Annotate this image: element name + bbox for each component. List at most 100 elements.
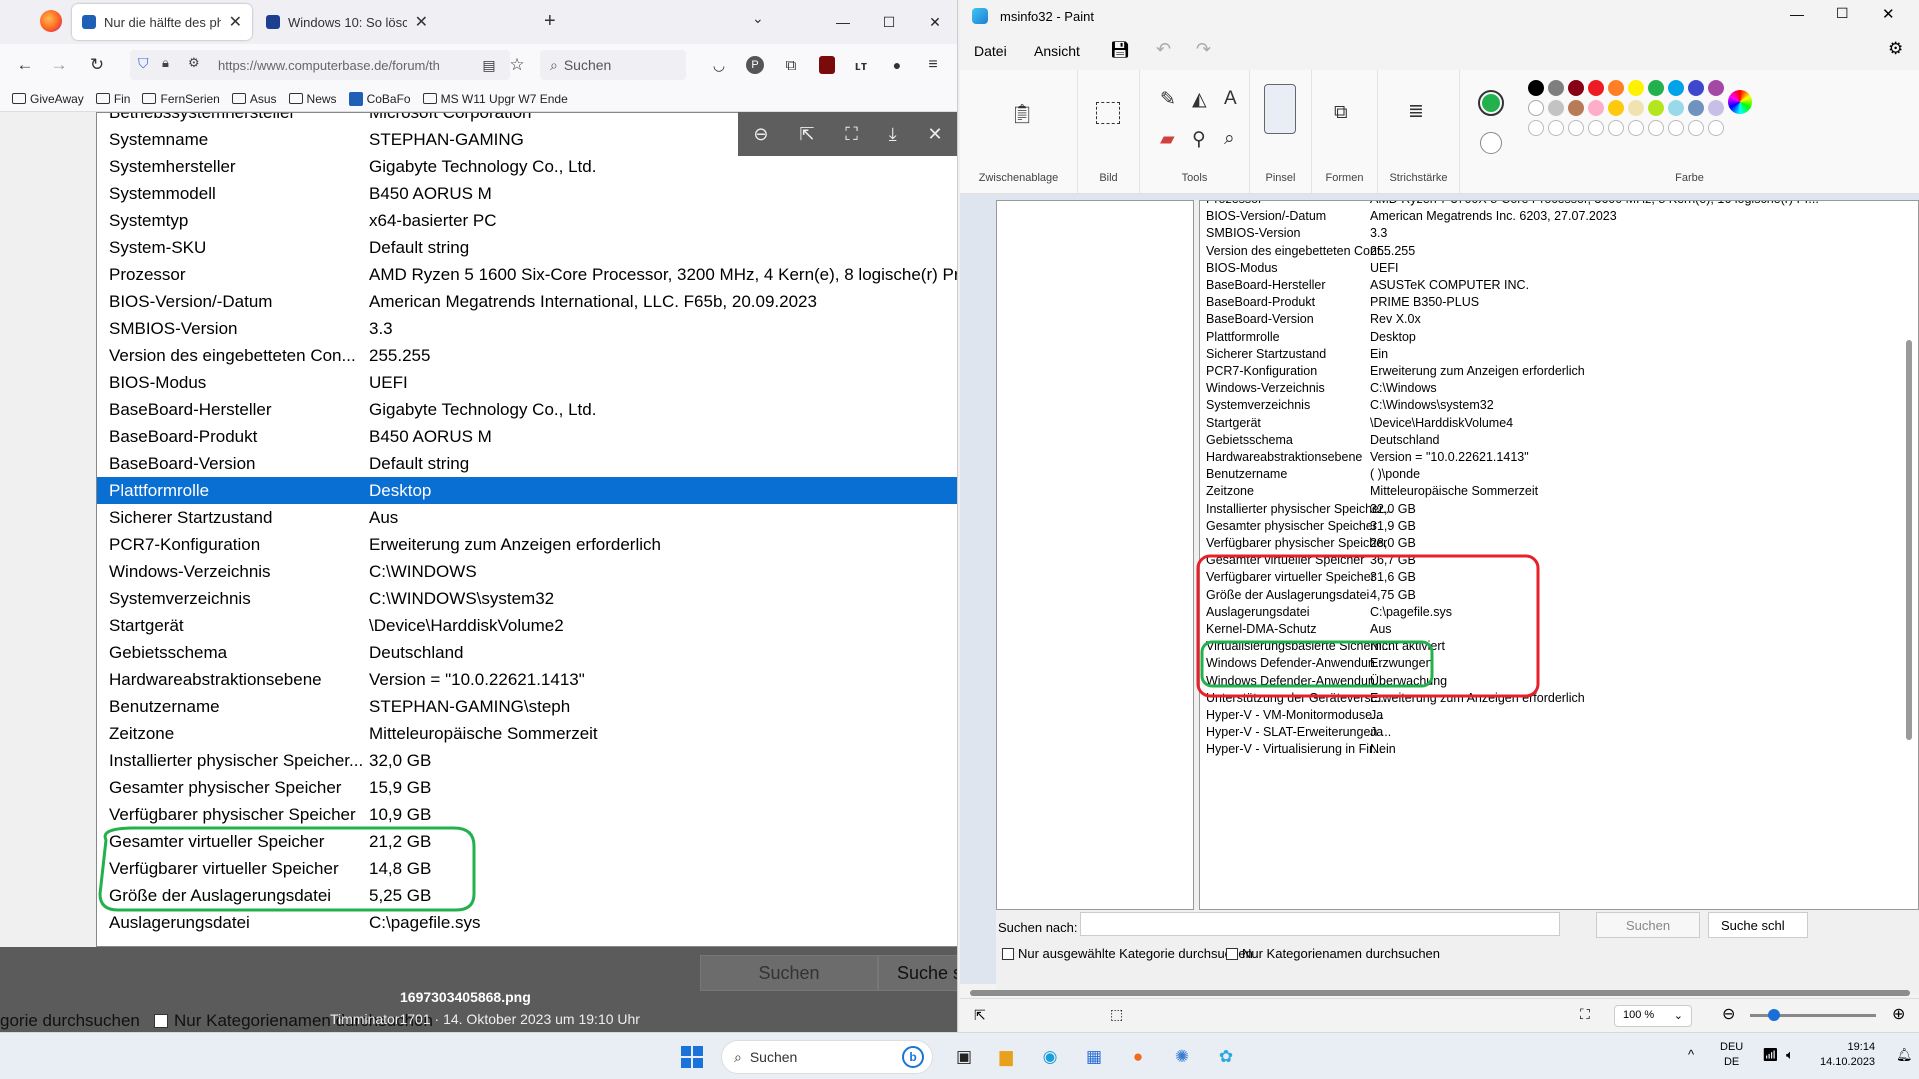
palette-swatch[interactable] [1708, 80, 1724, 96]
file-explorer-icon[interactable]: ▆ [990, 1041, 1022, 1073]
clipboard-icon[interactable]: 📋︎ [1010, 102, 1034, 126]
start-windows-icon[interactable] [676, 1041, 708, 1073]
bookmark-ms-w11[interactable]: MS W11 Upgr W7 Ende [422, 92, 568, 106]
palette-swatch[interactable] [1528, 100, 1544, 116]
select-rectangle-icon[interactable] [1096, 102, 1120, 124]
palette-swatch[interactable] [1628, 80, 1644, 96]
empty-custom-swatch[interactable] [1648, 120, 1664, 136]
palette-swatch[interactable] [1668, 80, 1684, 96]
extension-ltt-icon[interactable]: ʟт [848, 52, 874, 78]
palette-swatch[interactable] [1548, 80, 1564, 96]
empty-custom-swatch[interactable] [1588, 120, 1604, 136]
eraser-icon[interactable]: ▰ [1160, 128, 1175, 151]
close-viewer-icon[interactable]: ✕ [927, 124, 942, 145]
close-window-icon[interactable]: ✕ [912, 0, 957, 44]
back-icon[interactable]: ← [12, 52, 38, 78]
close-tab-icon[interactable]: ✕ [415, 12, 428, 32]
bookmark-fin[interactable]: Fin [95, 92, 130, 106]
firefox-menu-icon[interactable] [40, 10, 62, 32]
zoom-slider[interactable] [1750, 1009, 1876, 1021]
new-tab-icon[interactable]: + [544, 10, 556, 33]
empty-custom-swatch[interactable] [1528, 120, 1544, 136]
shapes-icon[interactable]: ⧉ [1334, 102, 1348, 124]
tray-chevron-icon[interactable]: ^ [1688, 1047, 1694, 1062]
palette-swatch[interactable] [1608, 80, 1624, 96]
maximize-icon[interactable]: ☐ [866, 0, 912, 44]
zoom-out-icon[interactable]: ⊖ [1722, 1004, 1735, 1024]
tab-computerbase[interactable]: Nur die hälfte des physischen R ✕ [72, 4, 252, 40]
empty-custom-swatch[interactable] [1548, 120, 1564, 136]
menu-ansicht[interactable]: Ansicht [1034, 43, 1080, 59]
paint-canvas-area[interactable]: ProzessorAMD Ryzen 7 3700X 8-Core Proces… [960, 194, 1919, 994]
redo-icon[interactable]: ↷ [1196, 39, 1211, 60]
brush-icon[interactable] [1264, 84, 1296, 134]
minimize-icon[interactable]: — [1790, 6, 1804, 22]
url-bar[interactable]: ⛉ 🔒︎ ⚙ https://www.computerbase.de/forum… [130, 50, 510, 80]
empty-custom-swatch[interactable] [1668, 120, 1684, 136]
notification-bell-icon[interactable]: 🔔︎ [1896, 1047, 1913, 1063]
reload-icon[interactable]: ↻ [84, 52, 110, 78]
clock[interactable]: 19:14 14.10.2023 [1820, 1040, 1875, 1070]
bookmark-asus[interactable]: Asus [231, 92, 277, 106]
fill-bucket-icon[interactable]: ◭ [1192, 88, 1207, 111]
store-icon[interactable]: ▦ [1078, 1041, 1110, 1073]
settings-gear-icon[interactable]: ⚙ [1888, 39, 1903, 59]
save-icon[interactable]: 💾︎ [1110, 40, 1130, 60]
empty-custom-swatch[interactable] [1688, 120, 1704, 136]
palette-swatch[interactable] [1708, 100, 1724, 116]
bookmark-star-icon[interactable]: ☆ [504, 52, 530, 78]
menu-datei[interactable]: Datei [974, 43, 1007, 59]
palette-swatch[interactable] [1668, 100, 1684, 116]
hamburger-menu-icon[interactable]: ≡ [920, 52, 946, 78]
close-tab-icon[interactable]: ✕ [229, 12, 242, 32]
search-input[interactable]: ⌕ Suchen [540, 50, 686, 80]
palette-swatch[interactable] [1648, 100, 1664, 116]
wifi-icon[interactable]: 📶︎ [1762, 1047, 1779, 1063]
text-tool-icon[interactable]: A [1224, 88, 1237, 110]
open-external-icon[interactable]: ⇱ [799, 124, 814, 145]
undo-icon[interactable]: ↶ [1156, 39, 1171, 60]
stroke-size-icon[interactable]: ≣ [1408, 100, 1424, 123]
color-picker-icon[interactable]: ⚲ [1192, 128, 1206, 151]
edit-colors-icon[interactable] [1728, 90, 1752, 114]
reader-view-icon[interactable]: ▤ [476, 52, 502, 78]
tab-windows10[interactable]: Windows 10: So löscht ihr die A ✕ [256, 4, 438, 40]
horizontal-scrollbar[interactable] [970, 990, 1910, 996]
palette-swatch[interactable] [1548, 100, 1564, 116]
palette-swatch[interactable] [1588, 100, 1604, 116]
lock-icon[interactable]: 🔒︎ [162, 55, 169, 71]
bookmark-cobafo[interactable]: CoBaFo [348, 91, 411, 106]
palette-swatch[interactable] [1568, 100, 1584, 116]
taskbar-search[interactable]: ⌕ Suchen b [721, 1040, 933, 1074]
palette-swatch[interactable] [1588, 80, 1604, 96]
maximize-icon[interactable]: ☐ [1836, 5, 1849, 22]
paint-taskbar-icon[interactable]: ✿ [1210, 1041, 1242, 1073]
empty-custom-swatch[interactable] [1608, 120, 1624, 136]
zoom-in-icon[interactable]: ⊕ [1892, 1004, 1905, 1024]
language-indicator[interactable]: DEU DE [1720, 1040, 1743, 1070]
bookmark-news[interactable]: News [288, 92, 337, 106]
palette-swatch[interactable] [1688, 100, 1704, 116]
edge-icon[interactable]: ◉ [1034, 1041, 1066, 1073]
bookmark-giveaway[interactable]: GiveAway [12, 92, 84, 106]
task-view-icon[interactable]: ▣ [948, 1041, 980, 1073]
download-icon[interactable]: ⤓ [889, 124, 897, 145]
forward-icon[interactable]: → [46, 52, 72, 78]
ublock-icon[interactable] [819, 56, 835, 74]
pencil-icon[interactable]: ✎ [1160, 88, 1176, 111]
empty-custom-swatch[interactable] [1568, 120, 1584, 136]
magnifier-icon[interactable]: ⌕ [1224, 128, 1235, 150]
pocket-icon[interactable]: ◡ [706, 52, 732, 78]
palette-swatch[interactable] [1628, 100, 1644, 116]
close-window-icon[interactable]: ✕ [1882, 5, 1895, 23]
list-tabs-chevron-icon[interactable]: ⌄ [752, 10, 764, 27]
volume-icon[interactable]: 🔈︎ [1786, 1047, 1794, 1063]
empty-custom-swatch[interactable] [1708, 120, 1724, 136]
extension-circles-icon[interactable]: ● [884, 52, 910, 78]
zoom-select[interactable]: 100 % ⌄ [1614, 1005, 1692, 1027]
palette-swatch[interactable] [1568, 80, 1584, 96]
shield-icon[interactable]: ⛉ [138, 55, 149, 72]
app-gear-icon[interactable]: ✺ [1166, 1041, 1198, 1073]
permissions-icon[interactable]: ⚙ [188, 55, 200, 71]
firefox-taskbar-icon[interactable]: ● [1122, 1041, 1154, 1073]
